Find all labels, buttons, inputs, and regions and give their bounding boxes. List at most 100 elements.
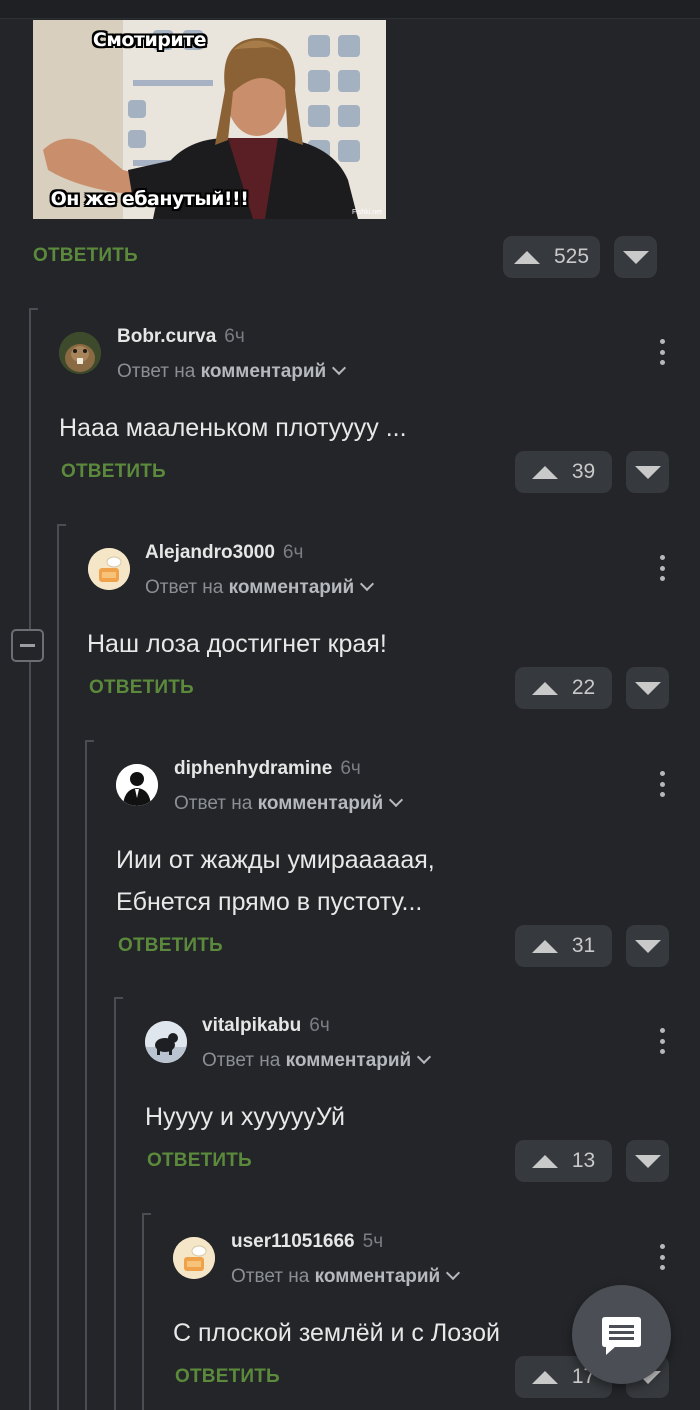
username-text: vitalpikabu	[202, 1015, 302, 1036]
downvote-button[interactable]	[626, 925, 669, 967]
chevron-down-icon	[389, 792, 404, 808]
arrow-down-icon	[622, 250, 649, 264]
vote-controls: 525	[503, 236, 657, 278]
reply-to-target: комментарий	[200, 361, 327, 382]
comment-text: С плоской землёй и с Лозой	[173, 1319, 500, 1347]
chevron-down-icon	[446, 1265, 461, 1281]
avatar[interactable]	[145, 1021, 187, 1063]
upvote-button[interactable]: 31	[515, 925, 612, 967]
username[interactable]: vitalpikabu 6ч	[202, 1015, 330, 1037]
reply-to-link[interactable]: Ответ на комментарий	[202, 1049, 432, 1072]
reply-to-prefix: Ответ на	[231, 1266, 310, 1287]
reply-to-link[interactable]: Ответ на комментарий	[231, 1265, 461, 1288]
more-vertical-icon[interactable]	[659, 1244, 665, 1270]
reply-to-prefix: Ответ на	[202, 1050, 281, 1071]
username-text: Bobr.curva	[117, 326, 217, 347]
arrow-down-icon	[634, 1154, 661, 1168]
downvote-button[interactable]	[626, 1140, 669, 1182]
arrow-up-icon	[531, 1370, 558, 1384]
username[interactable]: user11051666 5ч	[231, 1231, 383, 1253]
upvote-button[interactable]: 39	[515, 451, 612, 493]
reply-button[interactable]: ОТВЕТИТЬ	[33, 245, 138, 267]
comment-time: 6ч	[282, 542, 304, 563]
username[interactable]: Alejandro3000 6ч	[145, 542, 303, 564]
reply-to-target: комментарий	[285, 1050, 412, 1071]
upvote-button[interactable]: 525	[503, 236, 600, 278]
upvote-button[interactable]: 22	[515, 667, 612, 709]
comment-text: Наш лоза достигнет края!	[87, 630, 387, 658]
arrow-down-icon	[634, 681, 661, 695]
reply-to-target: комментарий	[314, 1266, 441, 1287]
suit-man-icon	[116, 764, 158, 806]
arrow-up-icon	[513, 250, 540, 264]
avatar[interactable]	[116, 764, 158, 806]
vote-count: 39	[571, 460, 596, 483]
meme-caption-top: Смотирите	[92, 29, 207, 51]
username-text: Alejandro3000	[145, 542, 275, 563]
downvote-button[interactable]	[626, 451, 669, 493]
reply-to-link[interactable]: Ответ на комментарий	[174, 792, 404, 815]
comment-time: 6ч	[340, 758, 361, 779]
username-text: diphenhydramine	[174, 758, 333, 779]
comment-text: Нааа мааленьком плотуууу ...	[59, 414, 407, 442]
avatar[interactable]	[173, 1237, 215, 1279]
animal-photo-icon	[145, 1021, 187, 1063]
reply-button[interactable]: ОТВЕТИТЬ	[147, 1150, 252, 1172]
comment-time: 5ч	[362, 1231, 384, 1252]
vote-count: 525	[553, 245, 590, 268]
vote-count: 13	[571, 1149, 596, 1172]
thread-line	[57, 524, 59, 1410]
upvote-button[interactable]: 13	[515, 1140, 612, 1182]
reply-button[interactable]: ОТВЕТИТЬ	[89, 677, 194, 699]
meme-caption-bottom: Он же ебанутый!!!	[50, 188, 249, 210]
username[interactable]: diphenhydramine 6ч	[174, 758, 361, 780]
vote-count: 22	[571, 676, 596, 699]
thread-line-corner	[29, 308, 38, 310]
comment-text: Иии от жажды умирааааая, Ебнется прямо в…	[116, 839, 435, 923]
chevron-down-icon	[360, 576, 375, 592]
more-vertical-icon[interactable]	[659, 1028, 665, 1054]
reply-to-prefix: Ответ на	[174, 793, 253, 814]
reply-to-prefix: Ответ на	[145, 577, 224, 598]
avatar[interactable]	[59, 332, 101, 374]
comment-icon	[602, 1317, 641, 1355]
default-avatar-icon	[88, 548, 130, 590]
arrow-up-icon	[531, 939, 558, 953]
more-vertical-icon[interactable]	[659, 771, 665, 797]
arrow-up-icon	[531, 681, 558, 695]
comment-fab-button[interactable]	[572, 1285, 671, 1384]
reply-to-link[interactable]: Ответ на комментарий	[145, 576, 375, 599]
beaver-icon	[59, 332, 101, 374]
meme-image[interactable]: Смотирите Он же ебанутый!!! Fishki.net	[33, 20, 386, 219]
avatar[interactable]	[88, 548, 130, 590]
reply-to-prefix: Ответ на	[117, 361, 196, 382]
reply-button[interactable]: ОТВЕТИТЬ	[61, 461, 166, 483]
reply-button[interactable]: ОТВЕТИТЬ	[118, 935, 223, 957]
thread-line	[114, 997, 116, 1410]
thread-line-corner	[142, 1213, 151, 1215]
vote-controls: 13	[515, 1140, 669, 1182]
vote-controls: 22	[515, 667, 669, 709]
more-vertical-icon[interactable]	[659, 339, 665, 365]
comment-text-line: Иии от жажды умирааааая,	[116, 846, 435, 874]
comment-text: Нуууу и хуууууУй	[145, 1103, 345, 1131]
downvote-button[interactable]	[614, 236, 657, 278]
comment-time: 6ч	[224, 326, 245, 347]
default-avatar-icon	[173, 1237, 215, 1279]
top-bar-edge	[0, 0, 700, 19]
vote-controls: 39	[515, 451, 669, 493]
reply-button[interactable]: ОТВЕТИТЬ	[175, 1366, 280, 1388]
comment-text-line: Ебнется прямо в пустоту...	[116, 888, 423, 916]
more-vertical-icon[interactable]	[659, 555, 665, 581]
collapse-minus-icon[interactable]	[11, 629, 44, 662]
arrow-up-icon	[531, 1154, 558, 1168]
chevron-down-icon	[332, 360, 347, 376]
arrow-up-icon	[531, 465, 558, 479]
thread-line	[142, 1213, 144, 1410]
reply-to-target: комментарий	[257, 793, 384, 814]
downvote-button[interactable]	[626, 667, 669, 709]
vote-count: 31	[571, 934, 596, 957]
username[interactable]: Bobr.curva 6ч	[117, 326, 245, 348]
reply-to-link[interactable]: Ответ на комментарий	[117, 360, 347, 383]
thread-line-corner	[114, 997, 123, 999]
